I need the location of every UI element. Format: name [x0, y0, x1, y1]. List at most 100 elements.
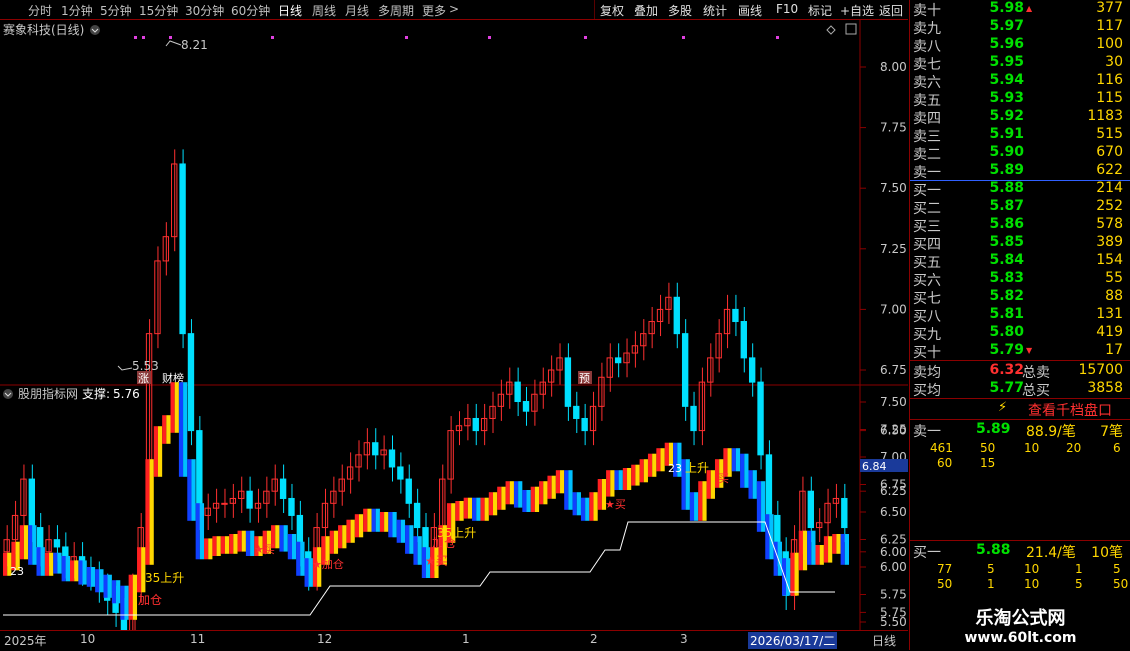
chart-svg[interactable]: 赛象科技(日线) 8.00 7.75 7.50 7.25 7.00 6.75 6.50 6.2… [0, 20, 908, 651]
avg-sell-row: 卖均 6.32 总卖 15700 [910, 362, 1130, 381]
avg-sell-label: 卖均 [913, 365, 941, 381]
indicator-bar-right [116, 580, 121, 604]
bid-level-row[interactable]: 买七 5.82 88 [910, 288, 1130, 307]
bid-level-row[interactable]: 买九 5.80 419 [910, 324, 1130, 343]
avg-buy-label: 买均 [913, 383, 941, 399]
indicator-bar-right [300, 541, 305, 576]
bid-level-row[interactable]: 买一 5.88 214 [910, 180, 1130, 199]
signal-dot [271, 36, 274, 39]
tab-multi-period[interactable]: 多周期 [378, 2, 414, 19]
back-button[interactable]: 返回 [879, 2, 903, 19]
ask-level-row[interactable]: 卖七 5.95 30 [910, 54, 1130, 73]
tab-daily[interactable]: 日线 [278, 2, 302, 19]
maximize-icon[interactable] [845, 23, 857, 35]
indicator-bar-left [338, 525, 343, 549]
ask-level-row[interactable]: 卖二 5.90 670 [910, 144, 1130, 163]
ask-level-price: 5.94 [989, 72, 1024, 88]
ask-level-row[interactable]: 卖十 5.98 377 ▲ [910, 0, 1130, 19]
indicator-bar-right [233, 534, 238, 554]
total-buy: 3858 [1087, 380, 1123, 396]
indicator-bar-left [564, 470, 569, 510]
candle-body [681, 333, 689, 407]
bid-level-row[interactable]: 买十 5.79 17 ▼ [910, 342, 1130, 361]
bid-level-row[interactable]: 买五 5.84 154 [910, 252, 1130, 271]
bid-level-row[interactable]: 买三 5.86 578 [910, 216, 1130, 235]
zhang-marker[interactable]: 涨 [138, 372, 149, 385]
total-sell: 15700 [1078, 362, 1123, 378]
indicator-bar-right [702, 481, 707, 521]
bid-level-volume: 252 [1096, 198, 1123, 214]
candle-body [748, 357, 756, 383]
candle-body [179, 163, 186, 335]
indicator-bar-left [606, 470, 611, 497]
bid-level-row[interactable]: 买八 5.81 131 [910, 306, 1130, 325]
mark-button[interactable]: 标记 [808, 2, 832, 19]
candle-body [614, 357, 622, 364]
candle-body [464, 417, 471, 427]
multi-stock-button[interactable]: 多股 [668, 2, 692, 19]
indicator-bar-right [132, 574, 138, 620]
tab-more[interactable]: 更多 [422, 2, 446, 19]
draw-line-button[interactable]: 画线 [738, 2, 762, 19]
tab-weekly[interactable]: 周线 [312, 2, 336, 19]
f10-button[interactable]: F10 [776, 2, 798, 16]
order-size: 10 [1024, 577, 1040, 591]
bid-level-row[interactable]: 买二 5.87 252 [910, 198, 1130, 217]
add-watchlist-button[interactable]: +自选 [840, 2, 874, 19]
indicator-bar-right [358, 514, 364, 538]
indicator-bar-left [379, 512, 385, 532]
indicator-bar-right [752, 470, 757, 499]
overlay-button[interactable]: 叠加 [634, 2, 658, 19]
candle-body [514, 381, 521, 403]
yu-marker[interactable]: 预 [579, 372, 590, 385]
indicator-bar-right [459, 501, 464, 521]
period-label[interactable]: 日线 [872, 632, 896, 649]
sell1-price: 5.89 [976, 421, 1011, 437]
date-label: 2025年 [4, 634, 47, 648]
bid-level-volume: 88 [1105, 288, 1123, 304]
tab-60min[interactable]: 60分钟 [231, 2, 270, 19]
tab-15min[interactable]: 15分钟 [139, 2, 178, 19]
ask-level-row[interactable]: 卖三 5.91 515 [910, 126, 1130, 145]
tab-1min[interactable]: 1分钟 [61, 2, 93, 19]
ask-level-volume: 1183 [1087, 108, 1123, 124]
statistics-button[interactable]: 统计 [703, 2, 727, 19]
indicator-bar-right [534, 486, 540, 512]
tab-fenshi[interactable]: 分时 [28, 2, 52, 19]
indicator-bar-left [840, 534, 845, 565]
ask-level-row[interactable]: 卖六 5.94 116 [910, 72, 1130, 91]
indicator-bar-left [195, 503, 200, 560]
title-dropdown-icon[interactable] [90, 25, 100, 35]
indicator-bar-left [522, 490, 527, 512]
bid-level-row[interactable]: 买四 5.85 389 [910, 234, 1130, 253]
bid-level-volume: 578 [1096, 216, 1123, 232]
bid-level-row[interactable]: 买六 5.83 55 [910, 270, 1130, 289]
view-thousand-button[interactable]: ⚡ 查看千档盘口 [910, 400, 1130, 419]
ask-level-row[interactable]: 卖四 5.92 1183 [910, 108, 1130, 127]
indicator-bar-left [53, 552, 58, 574]
diamond-icon[interactable] [826, 25, 836, 35]
chart-area[interactable]: 赛象科技(日线) 8.00 7.75 7.50 7.25 7.00 6.75 6.50 6.2… [0, 20, 908, 651]
signal-dot [584, 36, 587, 39]
ask-level-row[interactable]: 卖五 5.93 115 [910, 90, 1130, 109]
bid-level-price: 5.88 [989, 180, 1024, 196]
ask-level-row[interactable]: 卖九 5.97 117 [910, 18, 1130, 37]
indicator-bar-left [237, 530, 242, 552]
tab-30min[interactable]: 30分钟 [185, 2, 224, 19]
divider [910, 419, 1130, 420]
ask-level-row[interactable]: 卖八 5.96 100 [910, 36, 1130, 55]
ask-level-volume: 100 [1096, 36, 1123, 52]
ask-level-row[interactable]: 卖一 5.89 622 [910, 162, 1130, 181]
bid-level-price: 5.80 [989, 324, 1024, 340]
fuquan-button[interactable]: 复权 [600, 2, 624, 19]
indicator-dropdown-icon[interactable] [3, 389, 13, 399]
tab-monthly[interactable]: 月线 [345, 2, 369, 19]
indicator-bar-left [137, 547, 142, 593]
tab-5min[interactable]: 5分钟 [100, 2, 132, 19]
indicator-bar-right [844, 534, 849, 565]
price-tick-label: 8.00 [880, 60, 907, 74]
order-size: 15 [980, 456, 996, 470]
indicator-bar-right [744, 453, 749, 488]
more-arrow-icon[interactable]: > [449, 2, 459, 16]
bid-level-label: 买四 [913, 237, 941, 253]
